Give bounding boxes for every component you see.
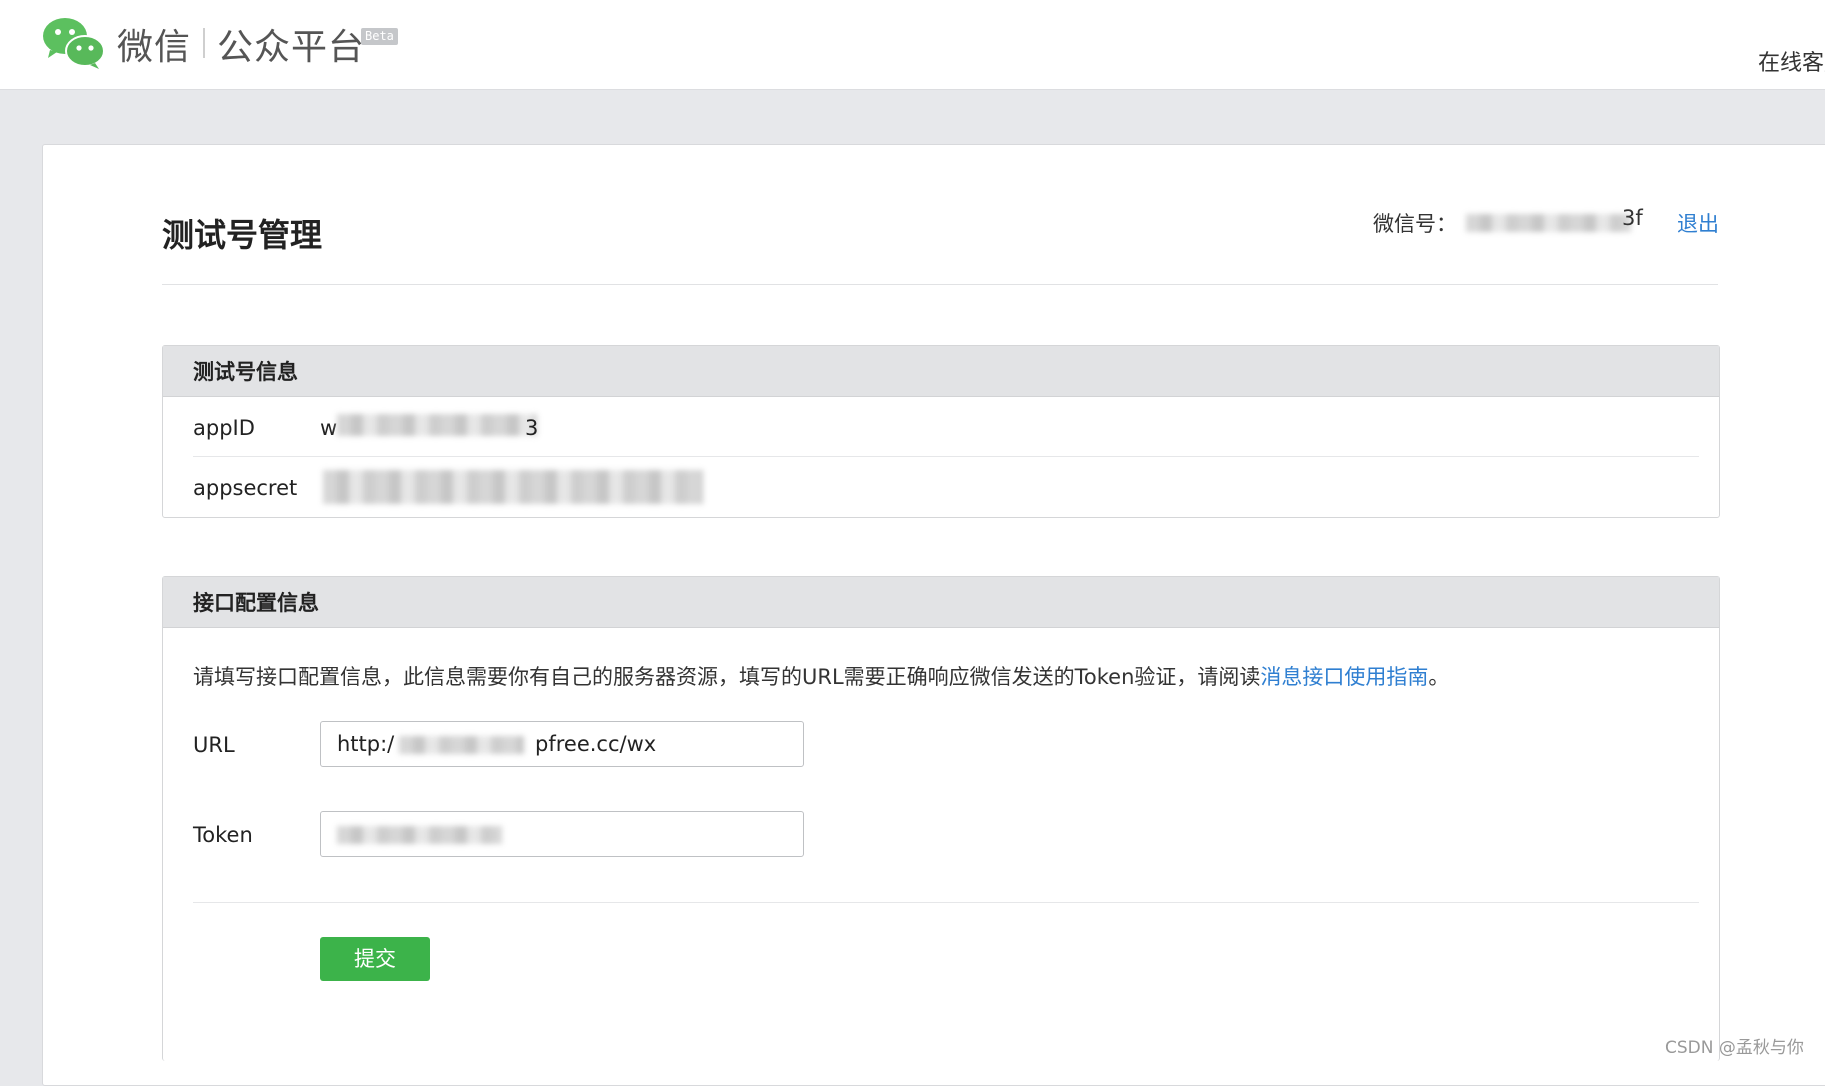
interface-config-panel: 接口配置信息 请填写接口配置信息，此信息需要你有自己的服务器资源，填写的URL需… <box>162 576 1720 1061</box>
interface-description-end: 。 <box>1428 665 1450 689</box>
message-guide-link[interactable]: 消息接口使用指南 <box>1260 665 1428 689</box>
wechat-logo-icon[interactable] <box>40 14 106 70</box>
appid-value-blurred <box>337 414 537 436</box>
appsecret-label: appsecret <box>193 476 298 500</box>
online-service-link[interactable]: 在线客服 <box>1758 45 1825 77</box>
appsecret-value-blurred <box>323 470 703 504</box>
form-divider <box>193 902 1699 903</box>
interface-description-text: 请填写接口配置信息，此信息需要你有自己的服务器资源，填写的URL需要正确响应微信… <box>193 665 1261 689</box>
watermark: CSDN @孟秋与你 <box>1665 1038 1804 1058</box>
url-value-blurred <box>399 736 524 754</box>
url-label: URL <box>193 733 235 757</box>
wx-id-suffix: 3f <box>1622 206 1643 230</box>
appid-value-prefix: w <box>320 416 338 440</box>
interface-description: 请填写接口配置信息，此信息需要你有自己的服务器资源，填写的URL需要正确响应微信… <box>193 661 1449 691</box>
brand-platform: 公众平台 <box>217 27 366 68</box>
title-divider <box>162 284 1718 285</box>
url-input[interactable]: http:/ pfree.cc/wx <box>320 721 804 767</box>
submit-button[interactable]: 提交 <box>320 937 430 981</box>
wx-id-label: 微信号： <box>1373 212 1457 236</box>
wx-id-value-blurred <box>1462 204 1637 238</box>
token-input[interactable] <box>320 811 804 857</box>
logout-link[interactable]: 退出 <box>1677 208 1719 238</box>
test-account-panel: 测试号信息 appID w 3 appsecret <box>162 345 1720 518</box>
interface-config-panel-title: 接口配置信息 <box>163 577 1719 628</box>
test-account-panel-title: 测试号信息 <box>163 346 1719 397</box>
brand-weixin: 微信 <box>117 27 192 68</box>
appid-label: appID <box>193 416 255 440</box>
url-suffix: pfree.cc/wx <box>535 732 657 756</box>
brand-divider <box>203 28 205 58</box>
url-prefix: http:/ <box>337 732 395 756</box>
beta-badge: Beta <box>361 28 398 45</box>
appid-value-suffix: 3 <box>525 416 539 440</box>
token-label: Token <box>193 823 253 847</box>
row-divider <box>193 456 1699 457</box>
token-value-blurred <box>337 826 502 844</box>
page-title: 测试号管理 <box>162 216 323 254</box>
top-header: 微信 公众平台 Beta 在线客服 <box>0 0 1825 90</box>
